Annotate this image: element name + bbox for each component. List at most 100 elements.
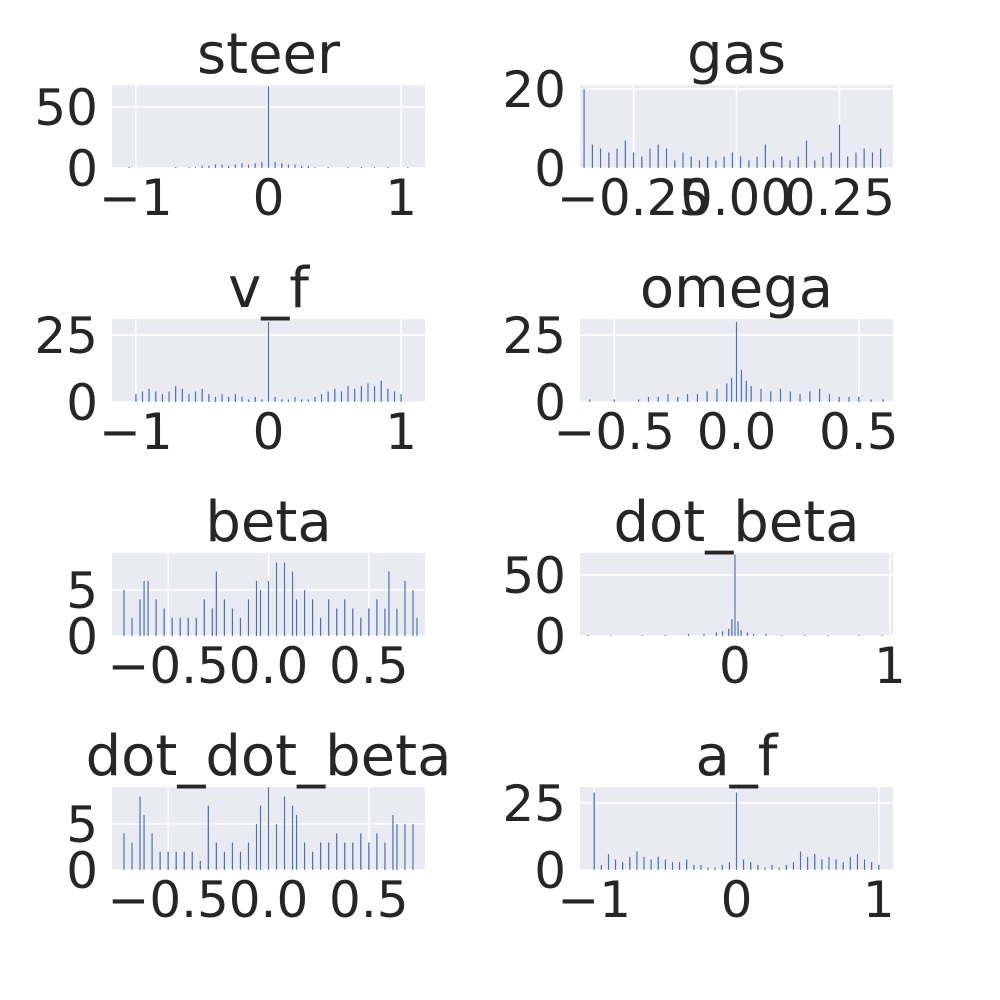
histogram-bar <box>799 393 802 403</box>
histogram-bar <box>148 388 151 403</box>
histogram-bar <box>643 856 645 871</box>
histogram-bar <box>307 399 310 403</box>
histogram-bar <box>163 608 166 637</box>
histogram-bar <box>187 166 190 169</box>
histogram-bar <box>131 617 134 637</box>
histogram-bar <box>818 388 821 403</box>
histogram-bar <box>291 805 294 871</box>
histogram-bar <box>877 864 880 871</box>
histogram-bar <box>143 814 146 871</box>
plot-area <box>580 553 893 636</box>
histogram-bar <box>194 391 197 403</box>
histogram-bar <box>657 144 660 169</box>
subplot-steer: steer−1 0 1050 <box>34 22 425 227</box>
histogram-bar <box>673 159 676 169</box>
subplot-beta: beta−0.5 0.0 0.505 <box>66 490 425 695</box>
histogram-bar <box>857 396 860 403</box>
histogram-bar <box>664 859 667 871</box>
y-tick-label: 0 <box>534 842 566 900</box>
histogram-bar <box>616 148 619 169</box>
histogram-bar <box>247 164 250 169</box>
histogram-bar <box>259 589 262 637</box>
histogram-bar <box>311 598 314 637</box>
histogram-bar <box>267 580 270 637</box>
histogram-bar <box>756 155 759 169</box>
histogram-bar <box>159 851 162 871</box>
histogram-bar <box>699 864 702 871</box>
histogram-bar <box>637 399 640 403</box>
histogram-bar <box>789 391 792 403</box>
histogram-bar <box>274 161 277 169</box>
histogram-bar <box>715 388 718 403</box>
histogram-bar <box>201 388 204 403</box>
histogram-bar <box>756 864 759 871</box>
histogram-bar <box>147 580 150 637</box>
histogram-bar <box>828 393 831 403</box>
histogram-bar <box>187 617 190 637</box>
histogram-bar <box>696 393 699 403</box>
histogram-bar <box>367 608 370 637</box>
histogram-bar <box>267 786 270 871</box>
histogram-bar <box>706 391 709 403</box>
histogram-bar <box>599 148 602 169</box>
histogram-bar <box>231 842 234 871</box>
histogram-bar <box>143 580 146 637</box>
histogram-bar <box>215 842 218 871</box>
histogram-bar <box>291 571 294 637</box>
histogram-bar <box>591 144 594 169</box>
histogram-bar <box>727 628 730 637</box>
histogram-bar <box>730 618 733 637</box>
histogram-bar <box>780 155 783 169</box>
x-tick-label: 0.00 <box>681 169 792 227</box>
histogram-bar <box>805 140 808 169</box>
histogram-bar <box>194 166 197 169</box>
histogram-bar <box>161 393 164 403</box>
histogram-bar <box>412 589 414 637</box>
histogram-bar <box>785 864 788 871</box>
histogram-bar <box>740 369 743 403</box>
histogram-bar <box>254 396 257 403</box>
histogram-bar <box>632 152 635 169</box>
histogram-bar <box>340 391 343 403</box>
histogram-bar <box>735 792 738 871</box>
histogram-bar <box>739 155 742 169</box>
subplot-gas: gas−0.250.000.25020 <box>502 22 895 227</box>
y-tick-label: 25 <box>34 307 98 365</box>
histogram-bar <box>313 396 316 403</box>
histogram-bar <box>692 864 695 871</box>
histogram-bar <box>123 589 125 637</box>
histogram-bar <box>383 608 386 637</box>
histogram-bar <box>347 385 350 403</box>
histogram-bar <box>255 580 258 637</box>
histogram-bar <box>391 814 394 871</box>
histogram-bar <box>207 805 210 871</box>
histogram-bar <box>678 861 681 871</box>
histogram-bar <box>260 161 263 169</box>
histogram-bar <box>870 399 872 403</box>
histogram-bar <box>300 165 303 169</box>
histogram-bar <box>779 388 782 403</box>
histogram-bar <box>649 148 651 169</box>
histogram-bar <box>676 396 679 403</box>
histogram-bar <box>607 152 610 169</box>
histogram-bar <box>848 396 850 403</box>
histogram-bar <box>857 634 860 637</box>
histogram-bar <box>685 859 688 871</box>
histogram-bar <box>231 608 234 637</box>
x-tick-label: 0 <box>719 637 751 695</box>
histogram-bar <box>294 164 296 169</box>
histogram-bar <box>179 617 182 637</box>
histogram-bar <box>863 859 866 871</box>
histogram-bar <box>721 864 724 871</box>
histogram-bar <box>333 388 336 403</box>
histogram-bar <box>207 165 210 169</box>
subplot-title: steer <box>197 22 341 87</box>
y-tick-label: 50 <box>502 547 566 605</box>
histogram-bar <box>682 152 684 169</box>
histogram-bar <box>347 166 350 169</box>
histogram-bar <box>863 148 866 169</box>
histogram-bar <box>241 162 243 169</box>
histogram-bar <box>838 124 841 169</box>
histogram-bar <box>647 396 650 403</box>
histogram-bar <box>803 634 806 637</box>
